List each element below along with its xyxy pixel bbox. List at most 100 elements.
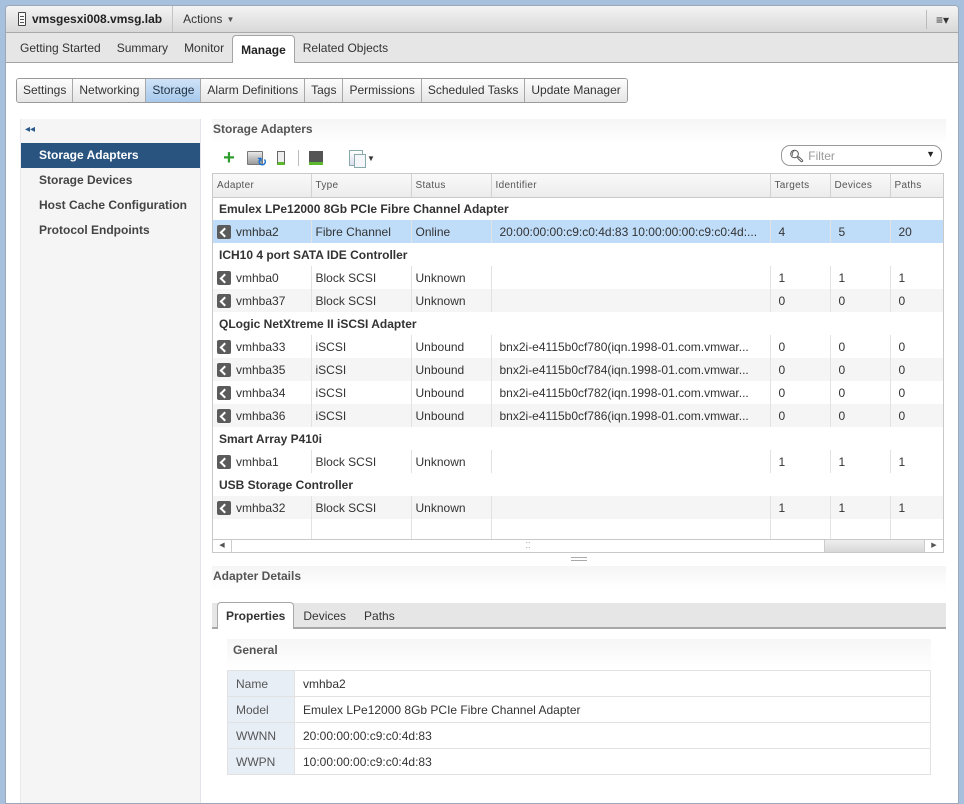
cell-targets: 0: [770, 358, 831, 381]
cell-devices: 1: [830, 266, 891, 289]
cell-devices: 0: [830, 335, 891, 358]
cell-status: Unknown: [411, 496, 492, 519]
cell-adapter: vmhba1: [213, 450, 312, 473]
cell-type: Block SCSI: [311, 450, 412, 473]
column-header-type[interactable]: Type: [311, 174, 412, 198]
adapter-row[interactable]: vmhba2 Fibre Channel Online 20:00:00:00:c9:…: [213, 220, 943, 243]
storage-adapter-icon: [217, 224, 231, 239]
cell-status: Unbound: [411, 358, 492, 381]
adapter-name: vmhba1: [236, 454, 279, 469]
scroll-right-icon[interactable]: ▶: [924, 540, 943, 552]
scrollbar-thumb[interactable]: ⁚⁚: [232, 540, 825, 552]
property-value: Emulex LPe12000 8Gb PCIe Fibre Channel A…: [294, 696, 931, 723]
adapter-group-row: Emulex LPe12000 8Gb PCIe Fibre Channel A…: [213, 197, 943, 220]
rescan-icon[interactable]: [246, 149, 267, 169]
adapter-row[interactable]: vmhba34 iSCSI Unbound bnx2i-e4115b0cf782(iq…: [213, 381, 943, 404]
subtab-tags[interactable]: Tags: [305, 79, 344, 102]
tab-properties[interactable]: Properties: [217, 602, 295, 629]
pane-splitter[interactable]: [212, 553, 946, 566]
chevron-down-icon[interactable]: ▼: [926, 149, 935, 159]
property-key: WWNN: [227, 722, 295, 749]
adapter-row[interactable]: vmhba1 Block SCSI Unknown 1 1 1: [213, 450, 943, 473]
adapter-group-row: QLogic NetXtreme II iSCSI Adapter: [213, 312, 943, 335]
column-header-status[interactable]: Status: [411, 174, 492, 198]
adapter-icon[interactable]: [307, 149, 325, 167]
cell-identifier: bnx2i-e4115b0cf786(iqn.1998-01.com.vmwar…: [491, 404, 771, 427]
collapse-nav-icon[interactable]: ◂◂: [21, 119, 200, 143]
adapter-row[interactable]: vmhba32 Block SCSI Unknown 1 1 1: [213, 496, 943, 519]
main-tabs: Getting Started Summary Monitor Manage R…: [6, 33, 958, 63]
subtab-settings[interactable]: Settings: [17, 79, 74, 102]
cell-targets: 0: [770, 335, 831, 358]
scrollbar-track[interactable]: [825, 540, 924, 552]
cell-adapter: vmhba34: [213, 381, 312, 404]
filter-input[interactable]: [808, 148, 929, 163]
column-header-adapter[interactable]: Adapter: [213, 174, 312, 198]
column-header-targets[interactable]: Targets: [770, 174, 831, 198]
general-title: General: [227, 639, 931, 670]
adapter-group-row: ICH10 4 port SATA IDE Controller: [213, 243, 943, 266]
horizontal-scrollbar[interactable]: ◀ ⁚⁚ ▶: [213, 539, 943, 552]
actions-menu[interactable]: Actions ▼: [173, 12, 244, 26]
column-header-identifier[interactable]: Identifier: [491, 174, 771, 198]
tab-paths[interactable]: Paths: [355, 605, 404, 627]
add-icon[interactable]: +: [220, 148, 238, 168]
toolbar-separator: [298, 150, 299, 166]
tab-getting-started[interactable]: Getting Started: [12, 36, 109, 62]
list-menu-icon[interactable]: ≡▾: [926, 10, 958, 29]
nav-item-host-cache-configuration[interactable]: Host Cache Configuration: [21, 193, 200, 218]
subtab-networking[interactable]: Networking: [73, 79, 147, 102]
cell-status: Unbound: [411, 381, 492, 404]
tab-devices[interactable]: Devices: [294, 605, 355, 627]
cell-devices: 0: [830, 358, 891, 381]
scroll-left-icon[interactable]: ◀: [213, 540, 232, 552]
subtab-storage[interactable]: Storage: [146, 79, 202, 102]
column-header-paths[interactable]: Paths: [890, 174, 943, 198]
details-tabs: Properties Devices Paths: [212, 602, 946, 629]
storage-adapter-icon: [217, 408, 231, 423]
adapter-row[interactable]: vmhba36 iSCSI Unbound bnx2i-e4115b0cf786(iq…: [213, 404, 943, 427]
subtab-update-manager[interactable]: Update Manager: [525, 79, 627, 102]
cell-paths: 20: [890, 220, 943, 243]
cell-status: Unknown: [411, 450, 492, 473]
host-icon: [18, 12, 26, 26]
cell-status: Unbound: [411, 335, 492, 358]
adapters-grid: Adapter Type Status Identifier Targets D…: [212, 173, 944, 553]
nav-item-storage-adapters[interactable]: Storage Adapters: [21, 143, 200, 168]
tab-summary[interactable]: Summary: [109, 36, 176, 62]
tab-manage[interactable]: Manage: [232, 35, 295, 63]
cell-type: Fibre Channel: [311, 220, 412, 243]
nav-item-protocol-endpoints[interactable]: Protocol Endpoints: [21, 218, 200, 243]
adapter-name: vmhba32: [236, 500, 286, 515]
cell-identifier: [491, 450, 771, 473]
grid-header-row: Adapter Type Status Identifier Targets D…: [213, 174, 943, 198]
adapter-row[interactable]: vmhba37 Block SCSI Unknown 0 0 0: [213, 289, 943, 312]
copy-icon[interactable]: [347, 149, 366, 168]
cell-targets: 0: [770, 289, 831, 312]
property-value: 20:00:00:00:c9:c0:4d:83: [294, 722, 931, 749]
nav-item-storage-devices[interactable]: Storage Devices: [21, 168, 200, 193]
object-header: vmsgesxi008.vmsg.lab Actions ▼ ≡▾: [6, 6, 958, 33]
adapters-toolbar: + ▼ 🔍︎ ▼: [212, 143, 946, 173]
cell-paths: 0: [890, 381, 943, 404]
cell-targets: 0: [770, 381, 831, 404]
cell-adapter: vmhba0: [213, 266, 312, 289]
subtab-permissions[interactable]: Permissions: [343, 79, 422, 102]
adapter-row[interactable]: vmhba33 iSCSI Unbound bnx2i-e4115b0cf780(iq…: [213, 335, 943, 358]
adapter-name: vmhba35: [236, 362, 286, 377]
cell-devices: 0: [830, 404, 891, 427]
adapter-row[interactable]: vmhba0 Block SCSI Unknown 1 1 1: [213, 266, 943, 289]
tab-related-objects[interactable]: Related Objects: [295, 36, 396, 62]
rescan-device-icon[interactable]: [272, 149, 290, 167]
column-header-devices[interactable]: Devices: [830, 174, 891, 198]
subtab-scheduled-tasks[interactable]: Scheduled Tasks: [421, 79, 526, 102]
adapter-row[interactable]: vmhba35 iSCSI Unbound bnx2i-e4115b0cf784(iq…: [213, 358, 943, 381]
storage-adapters-title: Storage Adapters: [212, 119, 946, 143]
cell-identifier: bnx2i-e4115b0cf780(iqn.1998-01.com.vmwar…: [491, 335, 771, 358]
chevron-down-icon[interactable]: ▼: [367, 154, 375, 163]
subtab-alarm-definitions[interactable]: Alarm Definitions: [201, 79, 306, 102]
tab-monitor[interactable]: Monitor: [176, 36, 232, 62]
storage-adapter-icon: [217, 293, 231, 308]
sub-tabs: Settings Networking Storage Alarm Defini…: [16, 78, 628, 103]
cell-identifier: bnx2i-e4115b0cf784(iqn.1998-01.com.vmwar…: [491, 358, 771, 381]
